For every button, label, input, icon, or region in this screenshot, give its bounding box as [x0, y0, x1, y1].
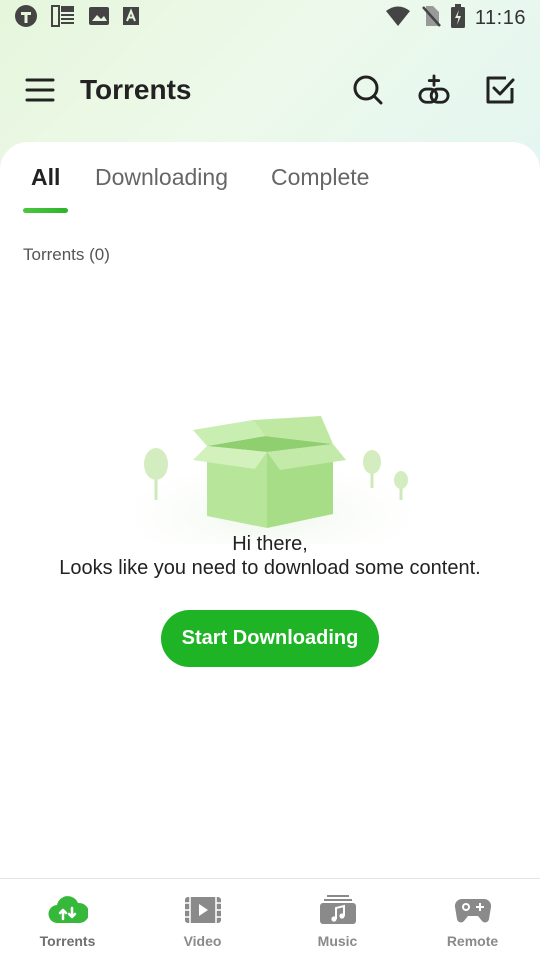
music-icon — [318, 893, 358, 927]
open-box-illustration — [110, 416, 430, 544]
add-link-icon[interactable] — [418, 74, 450, 106]
battery-icon — [450, 3, 465, 33]
start-downloading-button[interactable]: Start Downloading — [161, 610, 379, 667]
nav-item-music[interactable]: Music — [270, 879, 405, 960]
font-icon — [122, 6, 140, 31]
active-tab-indicator — [23, 208, 68, 213]
empty-state-message: Looks like you need to download some con… — [59, 557, 481, 579]
content-sheet: All Downloading Complete Torrents (0) Hi… — [0, 142, 540, 882]
empty-state-greeting: Hi there, — [232, 533, 308, 555]
wifi-icon — [385, 5, 411, 32]
torrent-count-label: Torrents (0) — [23, 245, 110, 264]
nav-label-video: Video — [183, 933, 222, 949]
gamepad-icon — [453, 893, 493, 927]
nav-label-music: Music — [317, 933, 358, 949]
app-logo-icon — [14, 4, 38, 33]
nav-item-remote[interactable]: Remote — [405, 879, 540, 960]
menu-icon[interactable] — [24, 74, 56, 106]
film-icon — [183, 893, 223, 927]
tab-downloading[interactable]: Downloading — [95, 164, 228, 191]
nav-label-torrents: Torrents — [39, 933, 96, 949]
tab-complete[interactable]: Complete — [271, 164, 369, 191]
app-bar: Torrents — [0, 62, 540, 118]
select-icon[interactable] — [484, 74, 516, 106]
bottom-nav: Torrents Video Music Remote — [0, 878, 540, 960]
search-icon[interactable] — [352, 74, 384, 106]
no-sim-icon — [421, 4, 441, 33]
tab-all[interactable]: All — [31, 164, 60, 191]
nav-item-torrents[interactable]: Torrents — [0, 879, 135, 960]
cloud-transfer-icon — [48, 893, 88, 927]
status-bar: 11:16 — [0, 0, 540, 36]
status-time: 11:16 — [474, 6, 526, 29]
news-icon — [50, 3, 76, 34]
nav-item-video[interactable]: Video — [135, 879, 270, 960]
tab-bar: All Downloading Complete — [0, 164, 540, 224]
nav-label-remote: Remote — [446, 933, 499, 949]
image-icon — [88, 6, 110, 31]
page-title: Torrents — [80, 74, 192, 105]
